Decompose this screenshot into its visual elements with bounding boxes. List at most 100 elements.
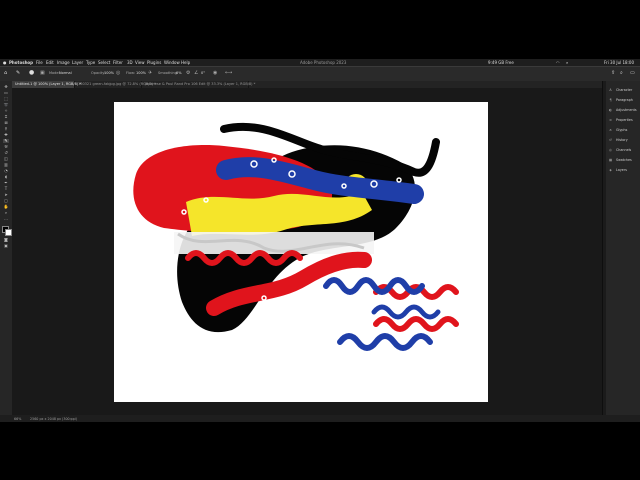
history-icon: ↺ — [609, 138, 612, 142]
red-squiggle-3 — [373, 316, 459, 332]
lasso-tool-icon[interactable]: ➰ — [3, 103, 9, 107]
edit-toolbar-icon[interactable]: … — [3, 217, 9, 221]
artboard-tool-icon[interactable]: ▭ — [3, 91, 9, 95]
search-icon[interactable]: ⌕ — [566, 60, 568, 65]
menu-3d[interactable]: 3D — [127, 60, 133, 65]
panel-label: Paragraph — [616, 98, 633, 102]
zoom-tool-icon[interactable]: ⌕ — [3, 211, 9, 215]
panel-history[interactable]: ↺ History — [608, 135, 640, 145]
smoothing-settings-icon[interactable]: ⚙ — [186, 70, 190, 76]
channels-icon: ◎ — [609, 148, 612, 152]
menu-view[interactable]: View — [135, 60, 145, 65]
document-tabs: Untitled-1 @ 100% (Layer 1, RGB/8) * 160… — [12, 81, 602, 88]
menu-layer[interactable]: Layer — [72, 60, 83, 65]
airbrush-icon[interactable]: ✈ — [148, 70, 152, 76]
paragraph-icon: ¶ — [609, 98, 612, 102]
panel-label: Glyphs — [616, 128, 628, 132]
zoom-level[interactable]: 66% — [14, 417, 21, 421]
eyedropper-tool-icon[interactable]: ⚲ — [3, 127, 9, 131]
quick-select-tool-icon[interactable]: ✧ — [3, 109, 9, 113]
document-canvas[interactable] — [114, 102, 488, 402]
move-tool-icon[interactable]: ✥ — [3, 85, 9, 89]
pen-tool-icon[interactable]: ✒ — [3, 181, 9, 185]
pressure-opacity-icon[interactable]: ◎ — [116, 70, 120, 76]
dodge-tool-icon[interactable]: ◖ — [3, 175, 9, 179]
symmetry-icon[interactable]: ⟷ — [225, 70, 232, 76]
panel-label: Adjustments — [616, 108, 637, 112]
brush-tool-icon[interactable]: ✎ — [16, 70, 20, 76]
menu-window[interactable]: Window — [164, 60, 180, 65]
menu-edit[interactable]: Edit — [46, 60, 54, 65]
clone-stamp-tool-icon[interactable]: ⚒ — [3, 145, 9, 149]
window-title: Adobe Photoshop 2023 — [300, 60, 347, 65]
menu-bar: ● Photoshop File Edit Image Layer Type S… — [0, 59, 640, 66]
brush-size-icon[interactable]: ● — [29, 69, 34, 76]
menu-photoshop[interactable]: Photoshop — [9, 60, 33, 65]
panel-paragraph[interactable]: ¶ Paragraph — [608, 95, 640, 105]
screen-mode-icon[interactable]: ▣ — [3, 244, 9, 248]
tab-green-fabjpg[interactable]: 160321 green-fabjpg.jpg @ 72.8% (RGB/8) … — [75, 81, 156, 88]
gradient-tool-icon[interactable]: ▥ — [3, 163, 9, 167]
panel-label: Channels — [616, 148, 632, 152]
menu-image[interactable]: Image — [57, 60, 70, 65]
workspace-switcher-icon[interactable]: ▭ — [630, 70, 635, 76]
quick-mask-icon[interactable]: ◙ — [3, 238, 9, 242]
menu-help[interactable]: Help — [181, 60, 190, 65]
eraser-tool-icon[interactable]: ◫ — [3, 157, 9, 161]
healing-brush-tool-icon[interactable]: ✚ — [3, 133, 9, 137]
panel-swatches[interactable]: ▦ Swatches — [608, 155, 640, 165]
opacity-input[interactable]: 100% — [104, 71, 114, 75]
right-panel-dock: A Character ¶ Paragraph ◐ Adjustments ≡ Prop… — [606, 81, 640, 415]
mode-dropdown[interactable]: Normal — [59, 71, 72, 75]
marquee-tool-icon[interactable]: ⬚ — [3, 97, 9, 101]
menu-select[interactable]: Select — [98, 60, 110, 65]
history-brush-tool-icon[interactable]: ↺ — [3, 151, 9, 155]
panel-channels[interactable]: ◎ Channels — [608, 145, 640, 155]
panel-glyphs[interactable]: a Glyphs — [608, 125, 640, 135]
panel-label: History — [616, 138, 628, 142]
wifi-icon[interactable]: ◠ — [556, 60, 560, 65]
pressure-size-icon[interactable]: ◉ — [213, 70, 217, 76]
shape-tool-icon[interactable]: ▢ — [3, 199, 9, 203]
panel-character[interactable]: A Character — [608, 85, 640, 95]
background-color-swatch[interactable] — [5, 229, 12, 236]
properties-icon: ≡ — [609, 118, 612, 122]
path-selection-tool-icon[interactable]: ➤ — [3, 193, 9, 197]
brush-tool-icon-active[interactable]: ✎ — [3, 139, 9, 143]
adjustments-icon: ◐ — [609, 108, 612, 112]
panel-label: Properties — [616, 118, 633, 122]
flow-input[interactable]: 100% — [136, 71, 146, 75]
angle-input[interactable]: 0° — [201, 71, 205, 75]
crop-tool-icon[interactable]: ⌗ — [3, 115, 9, 119]
share-icon[interactable]: ⇪ — [611, 70, 615, 76]
brush-settings-icon[interactable]: ▣ — [40, 70, 45, 76]
menu-filter[interactable]: Filter — [113, 60, 123, 65]
smoothing-input[interactable]: 0% — [176, 71, 182, 75]
panel-adjustments[interactable]: ◐ Adjustments — [608, 105, 640, 115]
blur-tool-icon[interactable]: ◔ — [3, 169, 9, 173]
menu-plugins[interactable]: Plugins — [147, 60, 161, 65]
blue-squiggle-1 — [323, 277, 425, 295]
tab-japanese-paul-rand[interactable]: Japanese & Paul Rand Pro 106 Edit @ 33.3… — [142, 81, 255, 88]
character-icon: A — [609, 88, 612, 92]
type-tool-icon[interactable]: T — [3, 187, 9, 191]
status-menu-chevron-icon[interactable]: › — [70, 417, 71, 421]
workspace-search-icon[interactable]: ⌕ — [620, 70, 623, 76]
menu-file[interactable]: File — [36, 60, 43, 65]
status-bar: 66% 2560 px x 2048 px (300 ppi) › — [0, 415, 640, 422]
angle-icon[interactable]: ∠ — [194, 70, 198, 76]
options-bar: ⌂ ✎ ● ▣ Mode: Normal Opacity: 100% ◎ Flo… — [0, 66, 640, 82]
panel-layers[interactable]: ◈ Layers — [608, 165, 640, 175]
apple-icon[interactable]: ● — [3, 60, 7, 65]
frame-tool-icon[interactable]: ⊠ — [3, 121, 9, 125]
layers-icon: ◈ — [609, 168, 612, 172]
memory-status: 9:49 GB Free — [488, 60, 514, 65]
tab-untitled-1[interactable]: Untitled-1 @ 100% (Layer 1, RGB/8) * — [12, 81, 81, 88]
panel-properties[interactable]: ≡ Properties — [608, 115, 640, 125]
menu-type[interactable]: Type — [86, 60, 95, 65]
panel-label: Character — [616, 88, 633, 92]
home-icon[interactable]: ⌂ — [4, 70, 7, 76]
hand-tool-icon[interactable]: ✋ — [3, 205, 9, 209]
glyphs-icon: a — [609, 128, 612, 132]
menubar-clock: Fri 30 Jul 18:00 — [604, 60, 635, 65]
